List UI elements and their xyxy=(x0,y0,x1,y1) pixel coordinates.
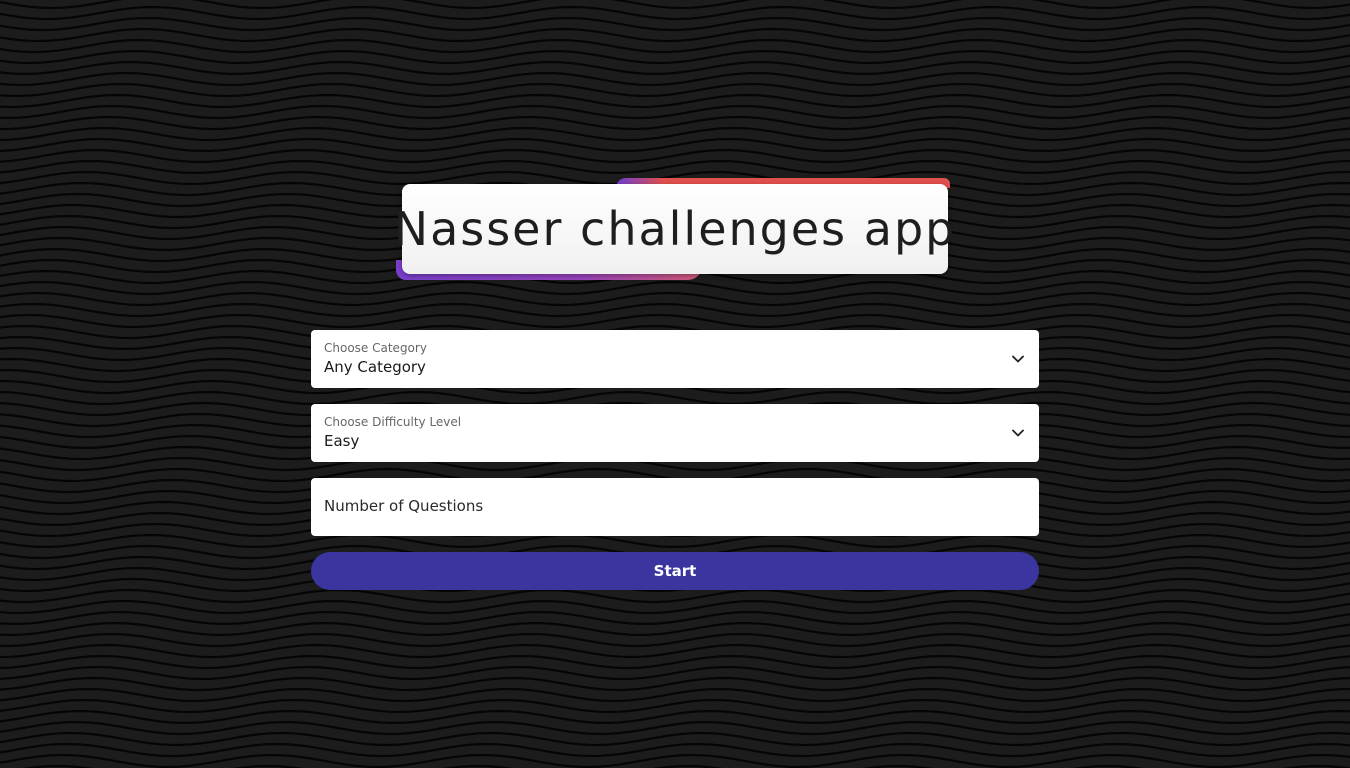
title-banner: Nasser challenges app xyxy=(394,178,954,282)
wave-line xyxy=(0,742,1350,758)
wave-line xyxy=(0,622,1350,637)
start-button[interactable]: Start xyxy=(311,552,1039,590)
wave-line xyxy=(0,291,1350,307)
wave-line xyxy=(0,699,1350,714)
category-select[interactable]: Choose Category Any Category xyxy=(311,330,1039,388)
wave-line xyxy=(0,104,1350,120)
chevron-down-icon xyxy=(1012,429,1024,437)
category-value: Any Category xyxy=(324,358,426,376)
wave-line xyxy=(0,588,1350,604)
wave-line xyxy=(0,313,1350,329)
wave-line xyxy=(0,709,1350,724)
difficulty-value: Easy xyxy=(324,432,360,450)
difficulty-label: Choose Difficulty Level xyxy=(324,415,462,429)
page-title: Nasser challenges app xyxy=(393,202,957,256)
wave-line xyxy=(0,731,1350,747)
wave-line xyxy=(0,0,1350,10)
wave-line xyxy=(0,71,1350,87)
questions-count-placeholder: Number of Questions xyxy=(324,497,484,515)
chevron-down-icon xyxy=(1012,355,1024,363)
wave-line xyxy=(0,599,1350,615)
questions-count-input[interactable]: Number of Questions xyxy=(311,478,1039,536)
wave-line xyxy=(0,721,1350,736)
wave-line xyxy=(0,50,1350,65)
wave-line xyxy=(0,302,1350,318)
title-card: Nasser challenges app xyxy=(394,184,954,274)
wave-line xyxy=(0,753,1350,768)
wave-line xyxy=(0,60,1350,75)
wave-line xyxy=(0,610,1350,625)
difficulty-select[interactable]: Choose Difficulty Level Easy xyxy=(311,404,1039,462)
category-label: Choose Category xyxy=(324,341,427,355)
wave-line xyxy=(0,82,1350,98)
wave-line xyxy=(0,93,1350,109)
